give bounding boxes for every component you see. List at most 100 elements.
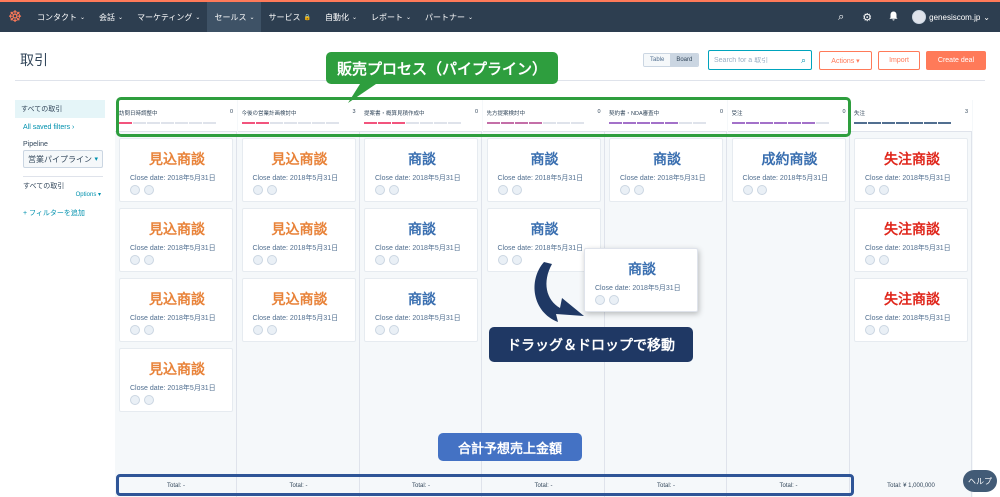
contact-avatar bbox=[144, 255, 154, 265]
sidebar-item-all-deals[interactable]: すべての取引 bbox=[15, 100, 105, 118]
all-saved-filters-link[interactable]: All saved filters › bbox=[15, 118, 105, 131]
deal-card-close-date: Close date: 2018年5月31日 bbox=[375, 245, 461, 252]
nav-item-label: サービス bbox=[268, 12, 301, 22]
deal-card[interactable]: 商談 Close date: 2018年5月31日 bbox=[486, 138, 601, 202]
hubspot-logo-icon[interactable]: ☸ bbox=[0, 2, 30, 32]
lock-icon: 🔒 bbox=[303, 14, 311, 21]
dragged-deal-card[interactable]: 商談 Close date: 2018年5月31日 bbox=[584, 248, 698, 312]
deal-card-title: 商談 bbox=[408, 151, 436, 167]
actions-button[interactable]: Actions ▾ bbox=[819, 51, 872, 70]
table-view-button[interactable]: Table bbox=[644, 54, 671, 66]
deal-card[interactable]: 失注商談 Close date: 2018年5月31日 bbox=[854, 278, 968, 342]
company-avatar bbox=[130, 395, 140, 405]
deal-card-title: 見込商談 bbox=[271, 291, 328, 307]
contact-avatar bbox=[756, 185, 767, 195]
nav-item-3[interactable]: マーケティング ⌄ bbox=[130, 2, 207, 32]
deal-card-title: 商談 bbox=[628, 261, 656, 277]
company-avatar bbox=[130, 255, 140, 265]
nav-item-6[interactable]: 自動化 ⌄ bbox=[318, 2, 364, 32]
company-avatar bbox=[865, 185, 875, 195]
nav-item-5[interactable]: サービス 🔒 bbox=[261, 2, 317, 32]
contact-avatar bbox=[266, 255, 277, 265]
deal-card[interactable]: 見込商談 Close date: 2018年5月31日 bbox=[119, 138, 233, 202]
bell-icon[interactable] bbox=[886, 11, 900, 24]
contact-avatar bbox=[144, 395, 154, 405]
contact-avatar bbox=[144, 185, 154, 195]
total-callout: 合計予想売上金額 bbox=[438, 433, 582, 461]
drag-drop-callout: ドラッグ＆ドロップで移動 bbox=[489, 327, 693, 362]
deal-card-close-date: Close date: 2018年5月31日 bbox=[865, 245, 951, 252]
deal-card[interactable]: 商談 Close date: 2018年5月31日 bbox=[364, 278, 478, 342]
deal-card-title: 成約商談 bbox=[761, 151, 818, 167]
nav-item-1[interactable]: コンタクト ⌄ bbox=[30, 2, 92, 32]
deal-card-close-date: Close date: 2018年5月31日 bbox=[865, 315, 951, 322]
account-menu[interactable]: genesiscom.jp ⌄ bbox=[912, 10, 990, 24]
contact-avatar bbox=[511, 255, 522, 265]
deal-card-title: 失注商談 bbox=[884, 291, 940, 307]
nav-item-4[interactable]: セールス ⌄ bbox=[207, 2, 262, 32]
pipeline-highlight-frame bbox=[116, 97, 851, 137]
stage-header[interactable]: 失注 3 bbox=[850, 100, 972, 132]
pipeline-label: Pipeline bbox=[23, 141, 48, 148]
deal-card[interactable]: 見込商談 Close date: 2018年5月31日 bbox=[119, 208, 233, 272]
search-input[interactable] bbox=[714, 56, 794, 64]
deal-card-title: 商談 bbox=[530, 221, 559, 237]
deal-card[interactable]: 商談 Close date: 2018年5月31日 bbox=[364, 208, 478, 272]
nav-item-8[interactable]: パートナー ⌄ bbox=[418, 2, 480, 32]
nav-item-label: セールス bbox=[214, 12, 247, 22]
deal-card-close-date: Close date: 2018年5月31日 bbox=[865, 175, 951, 182]
deal-card[interactable]: 商談 Close date: 2018年5月31日 bbox=[609, 138, 723, 202]
deal-card-close-date: Close date: 2018年5月31日 bbox=[130, 315, 216, 322]
deal-card-close-date: Close date: 2018年5月31日 bbox=[375, 315, 461, 322]
topbar-actions: ⌕ ⚙ genesiscom.jp ⌄ bbox=[834, 2, 990, 32]
nav-item-2[interactable]: 会話 ⌄ bbox=[92, 2, 130, 32]
create-deal-button[interactable]: Create deal bbox=[926, 51, 986, 70]
add-filter-link[interactable]: + フィルターを追加 bbox=[15, 198, 105, 218]
deal-card[interactable]: 見込商談 Close date: 2018年5月31日 bbox=[241, 138, 356, 202]
contact-avatar bbox=[389, 185, 399, 195]
deal-card[interactable]: 商談 Close date: 2018年5月31日 bbox=[364, 138, 478, 202]
deal-card[interactable]: 見込商談 Close date: 2018年5月31日 bbox=[241, 208, 356, 272]
chevron-down-icon: ⌄ bbox=[249, 14, 255, 21]
help-button[interactable]: ヘルプ bbox=[963, 470, 997, 492]
deal-card-close-date: Close date: 2018年5月31日 bbox=[130, 385, 216, 392]
company-avatar bbox=[130, 325, 140, 335]
deal-card[interactable]: 成約商談 Close date: 2018年5月31日 bbox=[731, 138, 846, 202]
search-icon[interactable]: ⌕ bbox=[801, 55, 806, 66]
contact-avatar bbox=[144, 325, 154, 335]
stage-total: Total: ¥ 1,000,000 bbox=[887, 483, 935, 489]
deal-card[interactable]: 見込商談 Close date: 2018年5月31日 bbox=[119, 278, 233, 342]
contact-avatar bbox=[389, 255, 399, 265]
nav-item-7[interactable]: レポート ⌄ bbox=[364, 2, 418, 32]
company-avatar bbox=[497, 185, 508, 195]
deal-card[interactable]: 失注商談 Close date: 2018年5月31日 bbox=[854, 138, 968, 202]
nav-item-label: コンタクト bbox=[37, 12, 77, 22]
company-avatar bbox=[375, 255, 385, 265]
nav-item-label: パートナー bbox=[425, 12, 466, 22]
contact-avatar bbox=[634, 185, 644, 195]
company-avatar bbox=[252, 255, 263, 265]
deal-card[interactable]: 見込商談 Close date: 2018年5月31日 bbox=[119, 348, 233, 412]
deal-card-title: 見込商談 bbox=[149, 221, 205, 237]
bell-icon-shape bbox=[889, 11, 898, 20]
deal-card[interactable]: 失注商談 Close date: 2018年5月31日 bbox=[854, 208, 968, 272]
contact-avatar bbox=[266, 325, 277, 335]
pipeline-callout: 販売プロセス（パイプライン） bbox=[326, 52, 558, 84]
account-name: genesiscom.jp bbox=[929, 12, 981, 22]
pipeline-value: 営業パイプライン bbox=[28, 154, 92, 164]
deal-card[interactable]: 見込商談 Close date: 2018年5月31日 bbox=[241, 278, 356, 342]
options-link[interactable]: Options ▾ bbox=[15, 191, 105, 198]
board-view-button[interactable]: Board bbox=[670, 54, 699, 66]
deal-card-title: 商談 bbox=[653, 151, 681, 167]
import-button[interactable]: Import bbox=[878, 51, 920, 70]
deal-card-close-date: Close date: 2018年5月31日 bbox=[595, 285, 681, 292]
pipeline-select[interactable]: 営業パイプライン ▾ bbox=[23, 150, 103, 168]
chevron-down-icon: ⌄ bbox=[351, 14, 357, 21]
pipeline-stage-column: 受注 0 成約商談 Close date: 2018年5月31日 bbox=[727, 100, 850, 497]
gear-icon[interactable]: ⚙ bbox=[860, 11, 874, 24]
deal-card-title: 見込商談 bbox=[271, 221, 328, 237]
deal-card-title: 見込商談 bbox=[149, 361, 205, 377]
search-icon[interactable]: ⌕ bbox=[834, 11, 848, 24]
company-avatar bbox=[375, 325, 385, 335]
chevron-down-icon: ⌄ bbox=[80, 14, 86, 21]
